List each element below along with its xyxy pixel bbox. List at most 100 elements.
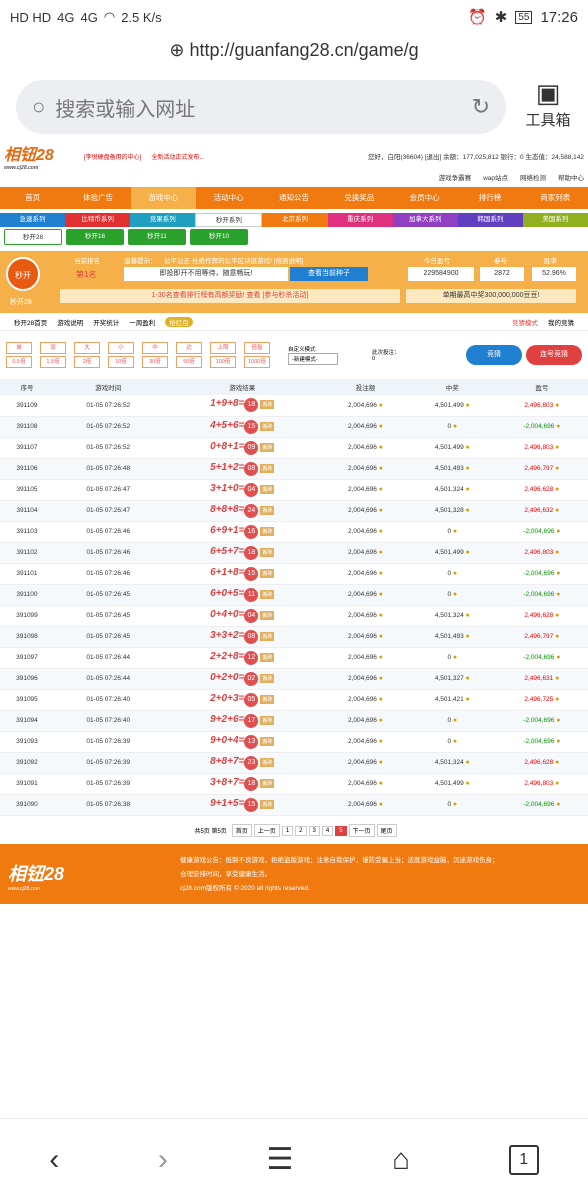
- nav-rewards[interactable]: 兑换奖品: [327, 187, 392, 209]
- toolbox-button[interactable]: ▣ 工具箱: [518, 78, 578, 130]
- subnav-contest[interactable]: 游戏争霸赛: [439, 172, 472, 182]
- row-pl: -2,004,696 ●: [495, 731, 588, 753]
- nav-events[interactable]: 活动中心: [196, 187, 261, 209]
- bet-amount: 2,004,696: [347, 654, 377, 661]
- nav-home[interactable]: 首页: [0, 187, 65, 209]
- notice-link-2[interactable]: 全新活动正式发布...: [151, 152, 204, 161]
- forward-icon[interactable]: ›: [158, 1143, 168, 1177]
- nav-games[interactable]: 游戏中心: [130, 187, 196, 209]
- nav-ads[interactable]: 体验广告: [65, 187, 130, 209]
- coin-icon: ●: [465, 465, 470, 472]
- bet-limit[interactable]: 上限: [210, 342, 236, 354]
- pager-last[interactable]: 尾页: [376, 824, 397, 837]
- series-tab-beijing[interactable]: 北京系列: [262, 213, 328, 227]
- tool-rules[interactable]: 游戏说明: [57, 317, 83, 327]
- tool-my-guesses[interactable]: 我的竞猜: [548, 317, 574, 327]
- result-sum: 12: [244, 650, 259, 665]
- pager-page-1[interactable]: 1: [281, 825, 294, 836]
- tip-text[interactable]: 公平公正·杜绝作弊的公平区块链游戏! [规则说明]: [164, 255, 303, 265]
- mult-50[interactable]: 50倍: [176, 356, 202, 368]
- site-logo[interactable]: 相钮28 www.cj28.com: [4, 141, 84, 171]
- back-icon[interactable]: ‹: [49, 1143, 59, 1177]
- win-amount: 4,501,328: [434, 507, 464, 514]
- seed-button[interactable]: 查看当前种子: [290, 267, 368, 281]
- win-amount: 4,501,499: [434, 549, 464, 556]
- series-tab-korea[interactable]: 韩国系列: [457, 213, 523, 227]
- tool-stats[interactable]: 开奖统计: [93, 317, 119, 327]
- site-topbar: 相钮28 www.cj28.com [李悦硬盘备用的中心] 全新活动正式发布..…: [0, 145, 588, 171]
- mult-10[interactable]: 10倍: [108, 356, 134, 368]
- mult-1-5[interactable]: 1.5倍: [40, 356, 66, 368]
- refresh-icon[interactable]: ↻: [472, 94, 490, 120]
- bet-middle[interactable]: 中: [142, 342, 168, 354]
- series-tab-instant[interactable]: 秒开系列: [195, 213, 263, 227]
- row-bet: 2,004,696 ●: [322, 500, 409, 522]
- mult-100[interactable]: 100倍: [210, 356, 236, 368]
- pager-next[interactable]: 下一页: [348, 824, 375, 837]
- url-display[interactable]: ⊕ http://guanfang28.cn/game/g: [0, 40, 588, 61]
- game-tab-28[interactable]: 秒开28: [4, 229, 62, 245]
- tool-guess-mode[interactable]: 竞猜模式: [512, 317, 538, 327]
- series-tab-canada[interactable]: 加拿大系列: [392, 213, 458, 227]
- bet-even[interactable]: 双: [40, 342, 66, 354]
- tool-week-profit[interactable]: 一周盈利: [129, 317, 155, 327]
- search-input[interactable]: 搜索或输入网址: [55, 93, 461, 122]
- row-id: 391101: [0, 563, 54, 585]
- bet-edge[interactable]: 边: [176, 342, 202, 354]
- nav-notices[interactable]: 通知公告: [261, 187, 326, 209]
- tabs-count-icon[interactable]: 1: [508, 1144, 539, 1175]
- series-tab-usa[interactable]: 美国系列: [522, 213, 588, 227]
- series-tab-bitcoin[interactable]: 比特币系列: [65, 213, 131, 227]
- mult-0-5[interactable]: 0.5倍: [6, 356, 32, 368]
- table-header: 序号 游戏时间 游戏结果 投注额 中奖 盈亏: [0, 379, 588, 395]
- game-tab-11[interactable]: 秒开11: [128, 229, 186, 245]
- row-result: 3+1+0= 04 搬砖: [162, 479, 323, 501]
- win-amount: 0: [447, 528, 452, 535]
- bet-big[interactable]: 大: [74, 342, 100, 354]
- pager-page-5[interactable]: 5: [335, 825, 347, 836]
- pager-page-3[interactable]: 3: [308, 825, 320, 836]
- home-icon[interactable]: ⌂: [392, 1143, 410, 1177]
- game-tab-10[interactable]: 秒开10: [190, 229, 248, 245]
- notice-link-1[interactable]: [李悦硬盘备用的中心]: [84, 152, 141, 161]
- pager-prev[interactable]: 上一页: [253, 824, 280, 837]
- subnav-help[interactable]: 帮助中心: [558, 172, 584, 182]
- game-tab-16[interactable]: 秒开16: [66, 229, 124, 245]
- coin-icon: ●: [556, 591, 561, 598]
- table-row: 391105 01-05 07:26:47 3+1+0= 04 搬砖 2,004,696 …: [0, 479, 588, 501]
- nav-member[interactable]: 会员中心: [392, 187, 457, 209]
- this-bet-value: 0: [372, 356, 376, 362]
- custom-mode-select[interactable]: -新建模式-: [288, 353, 338, 365]
- mult-1000[interactable]: 1000倍: [244, 356, 270, 368]
- sub-nav: 游戏争霸赛 wap站点 网络检测 帮助中心: [0, 167, 588, 187]
- subnav-network[interactable]: 网络检测: [520, 172, 546, 182]
- series-tab-jingguo[interactable]: 竞果系列: [130, 213, 196, 227]
- coin-icon: ●: [556, 423, 561, 430]
- bet-multiplier[interactable]: 倍投: [244, 342, 270, 354]
- mult-30[interactable]: 30倍: [142, 356, 168, 368]
- result-sum: 18: [244, 545, 259, 560]
- nav-merchants[interactable]: 商家列表: [523, 187, 588, 209]
- table-row: 391098 01-05 07:26:45 3+3+2= 08 搬砖 2,004,696 …: [0, 626, 588, 648]
- nav-ranking[interactable]: 排行榜: [457, 187, 522, 209]
- table-row: 391103 01-05 07:26:46 6+9+1= 16 搬砖 2,004,696 …: [0, 521, 588, 543]
- row-win: 0 ●: [408, 731, 496, 753]
- series-tab-fast[interactable]: 急速系列: [0, 213, 66, 227]
- bet-odd[interactable]: 单: [6, 342, 32, 354]
- bet-small[interactable]: 小: [108, 342, 134, 354]
- tool-home[interactable]: 秒开28首页: [14, 317, 47, 327]
- tool-red-packet[interactable]: 抢红包: [165, 316, 193, 327]
- menu-icon[interactable]: ☰: [266, 1142, 293, 1177]
- batch-guess-button[interactable]: 连号竞猜: [526, 345, 582, 365]
- series-tab-chongqing[interactable]: 重庆系列: [327, 213, 393, 227]
- pager-first[interactable]: 首页: [231, 824, 252, 837]
- subnav-wap[interactable]: wap站点: [483, 172, 508, 182]
- guess-button[interactable]: 竞猜: [466, 345, 522, 365]
- search-bar[interactable]: ○ 搜索或输入网址 ↻: [16, 80, 506, 134]
- promo-banner[interactable]: 1-30名查看排行榜有高额奖励! 查看 [参与秒杀活动]: [60, 289, 400, 303]
- bet-amount: 2,004,696: [347, 486, 377, 493]
- pager-page-4[interactable]: 4: [321, 825, 334, 836]
- mult-2[interactable]: 2倍: [74, 356, 100, 368]
- pager-page-2[interactable]: 2: [295, 825, 307, 836]
- pl-amount: 2,496,803: [524, 444, 554, 451]
